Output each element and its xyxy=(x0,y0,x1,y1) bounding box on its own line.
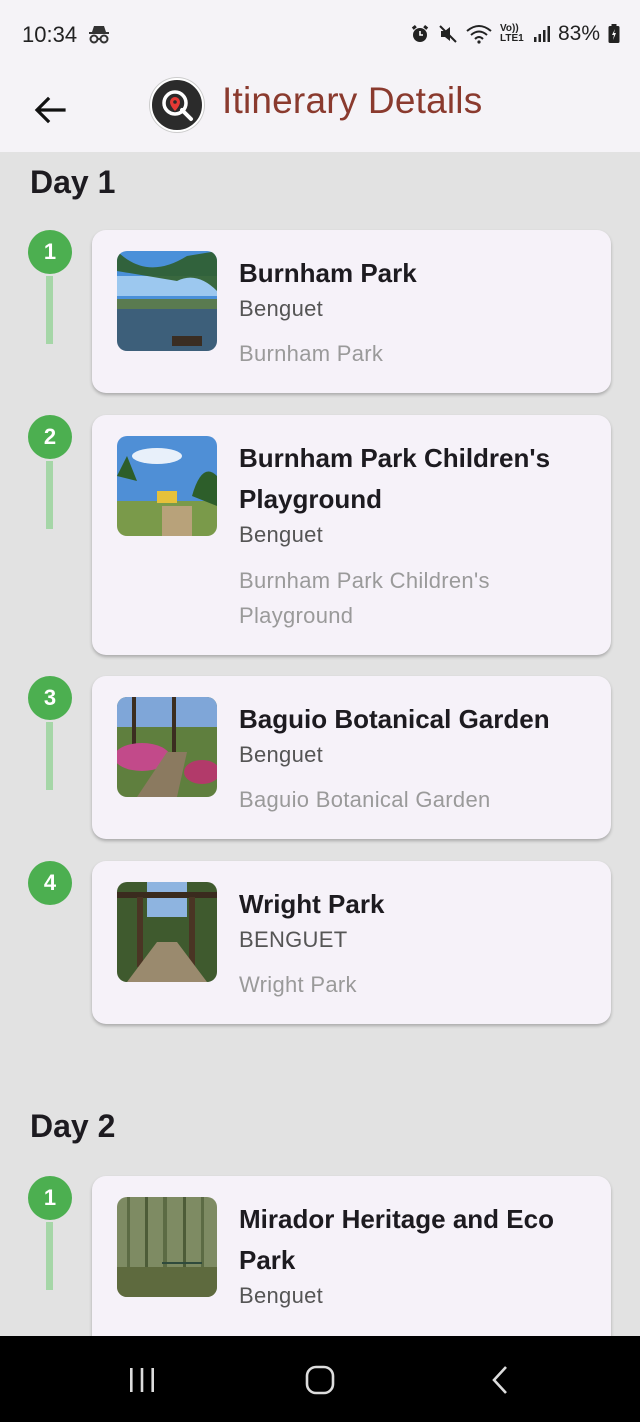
place-photo xyxy=(117,1197,217,1297)
timeline-node: 3 xyxy=(28,676,72,720)
timeline-line xyxy=(46,461,53,529)
place-title: Mirador Heritage and Eco Park xyxy=(239,1204,554,1275)
place-subtitle: Wright Park xyxy=(239,972,357,997)
location-search-icon xyxy=(162,90,193,121)
itinerary-stop-card[interactable]: Burnham Park Benguet Burnham Park xyxy=(92,230,611,393)
place-title: Burnham Park Children's Playground xyxy=(239,443,551,514)
app-bar: Itinerary Details xyxy=(0,70,640,152)
day-heading: Day 2 xyxy=(30,1108,116,1144)
system-back-button[interactable] xyxy=(470,1360,530,1400)
status-icons: Vo)) LTE1 83% xyxy=(410,22,620,46)
signal-icon xyxy=(533,25,550,43)
itinerary-stop-card[interactable]: Wright Park BENGUET Wright Park xyxy=(92,861,611,1024)
place-photo xyxy=(117,697,217,797)
timeline-line xyxy=(46,722,53,790)
battery-percent: 83% xyxy=(557,22,600,45)
place-title: Baguio Botanical Garden xyxy=(239,704,550,734)
place-province: BENGUET xyxy=(239,927,348,952)
place-subtitle: Burnham Park xyxy=(239,341,384,366)
itinerary-stop-card[interactable]: Mirador Heritage and Eco Park Benguet xyxy=(92,1176,611,1336)
home-icon xyxy=(305,1365,335,1395)
page-title: Itinerary Details xyxy=(222,80,483,121)
timeline-line xyxy=(46,1222,53,1290)
recent-apps-button[interactable] xyxy=(112,1360,172,1400)
place-subtitle: Burnham Park Children's Playground xyxy=(239,568,490,628)
itinerary-stop-card[interactable]: Baguio Botanical Garden Benguet Baguio B… xyxy=(92,676,611,839)
arrow-back-icon xyxy=(34,96,66,124)
timeline-node: 1 xyxy=(28,1176,72,1220)
timeline-node: 2 xyxy=(28,415,72,459)
itinerary-list[interactable]: Day 1 1 Burnham Park Benguet Burnham Par… xyxy=(0,152,640,1336)
place-province: Benguet xyxy=(239,296,324,321)
place-title: Wright Park xyxy=(239,889,385,919)
place-province: Benguet xyxy=(239,1283,324,1308)
timeline-node: 4 xyxy=(28,861,72,905)
app-logo xyxy=(150,78,204,132)
home-button[interactable] xyxy=(290,1360,350,1400)
status-bar: 10:34 Vo)) LTE1 83% xyxy=(0,0,640,70)
mute-icon xyxy=(438,24,458,44)
day-heading: Day 1 xyxy=(30,164,116,200)
incognito-icon xyxy=(88,25,110,50)
back-button[interactable] xyxy=(22,82,78,138)
place-photo xyxy=(117,436,217,536)
place-photo xyxy=(117,251,217,351)
recent-apps-icon xyxy=(130,1368,154,1392)
place-province: Benguet xyxy=(239,742,324,767)
timeline-node: 1 xyxy=(28,230,72,274)
itinerary-stop-card[interactable]: Burnham Park Children's Playground Bengu… xyxy=(92,415,611,655)
place-photo xyxy=(117,882,217,982)
alarm-icon xyxy=(410,24,430,44)
wifi-icon xyxy=(466,24,492,44)
battery-icon xyxy=(608,24,620,44)
network-type: Vo)) LTE1 xyxy=(499,23,524,44)
timeline-line xyxy=(46,276,53,344)
status-time: 10:34 xyxy=(22,22,78,47)
system-nav-bar xyxy=(0,1336,640,1422)
place-title: Burnham Park xyxy=(239,258,417,288)
place-subtitle: Baguio Botanical Garden xyxy=(239,787,491,812)
chevron-left-icon xyxy=(492,1366,507,1394)
place-province: Benguet xyxy=(239,522,324,547)
